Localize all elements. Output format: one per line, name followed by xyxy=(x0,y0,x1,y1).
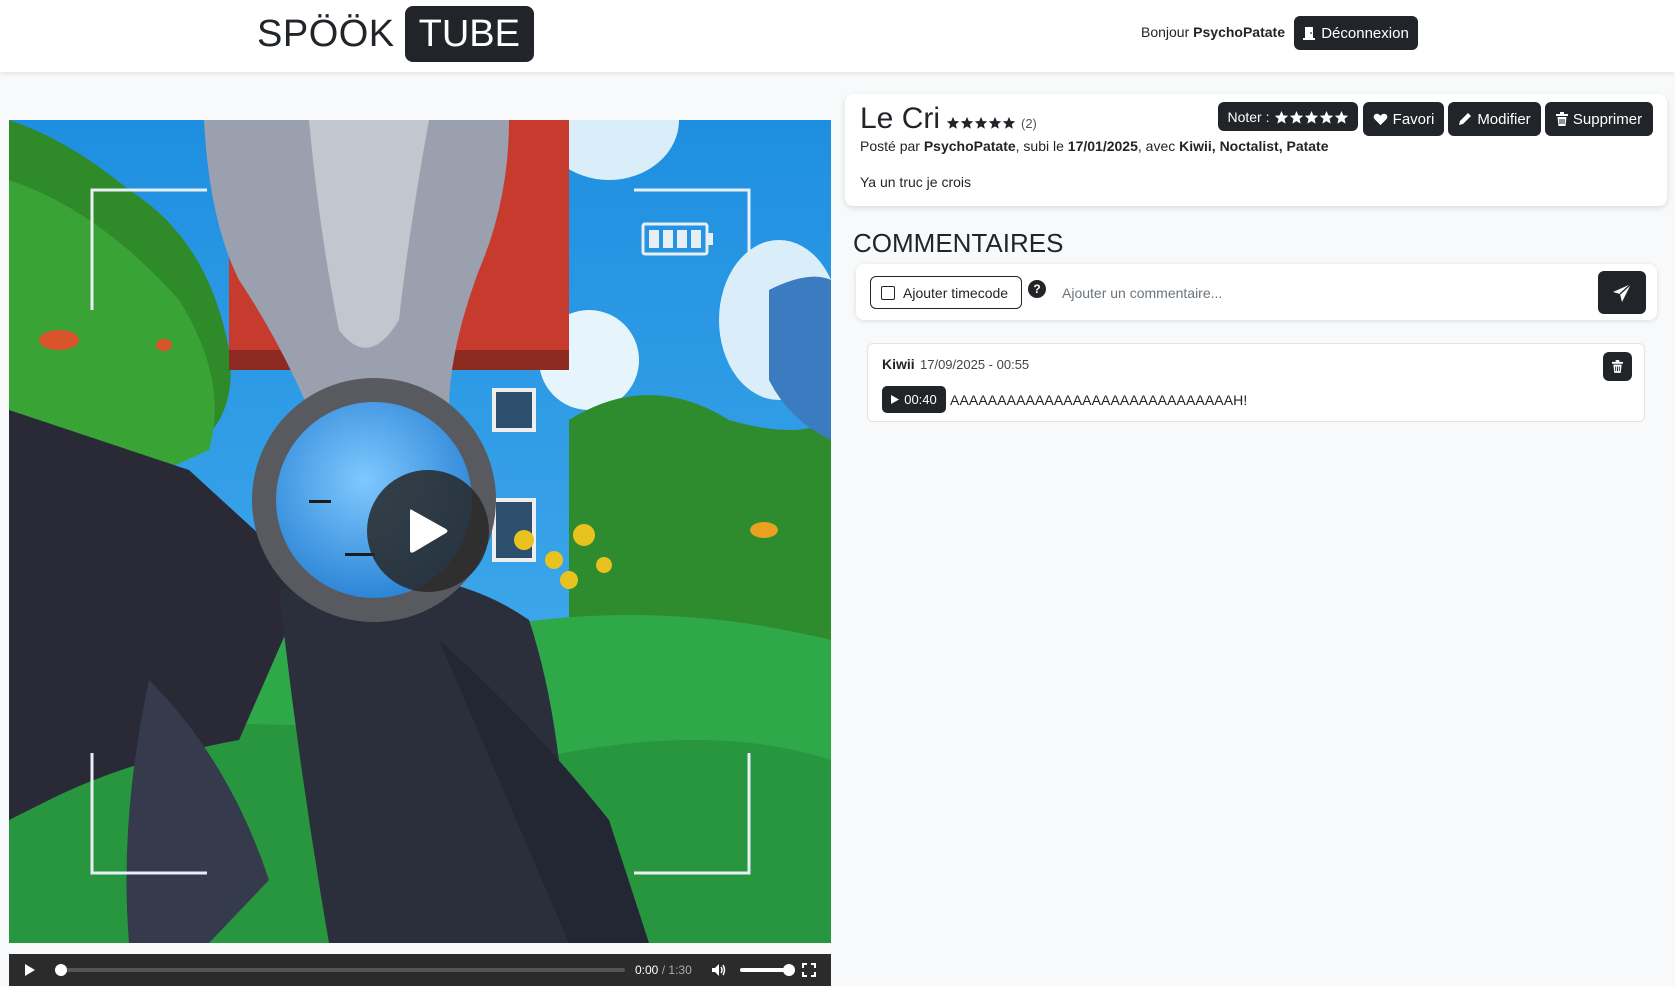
video-date: 17/01/2025 xyxy=(1067,138,1138,154)
door-icon xyxy=(1303,27,1316,40)
mute-button[interactable] xyxy=(708,959,730,981)
greeting: Bonjour PsychoPatate xyxy=(1141,24,1285,40)
trash-icon xyxy=(1612,360,1623,373)
rate-button[interactable]: Noter : xyxy=(1218,102,1358,131)
play-toggle-button[interactable] xyxy=(19,959,41,981)
timecode-checkbox[interactable] xyxy=(881,285,895,300)
heart-icon xyxy=(1373,113,1388,125)
seek-bar[interactable] xyxy=(55,964,625,976)
video-player[interactable] xyxy=(9,120,831,943)
volume-icon xyxy=(711,964,725,976)
participants: Kiwii, Noctalist, Patate xyxy=(1179,138,1329,154)
star-rating-icon xyxy=(946,114,1016,132)
time-display: 0:00 / 1:30 xyxy=(635,963,692,977)
logout-button[interactable]: Déconnexion xyxy=(1294,16,1418,50)
video-meta: Posté par PsychoPatate, subi le 17/01/20… xyxy=(860,138,1329,154)
play-icon xyxy=(25,964,35,976)
with-prefix: , avec xyxy=(1137,138,1176,154)
logo-text-tube: TUBE xyxy=(404,6,535,62)
big-play-button[interactable] xyxy=(367,470,489,592)
trash-icon xyxy=(1555,112,1568,126)
rating-display: (2) xyxy=(946,114,1037,132)
rate-stars-icon[interactable] xyxy=(1274,108,1349,125)
current-time: 0:00 xyxy=(635,963,659,977)
favorite-button[interactable]: Favori xyxy=(1363,102,1444,136)
video-title: Le Cri xyxy=(860,102,941,135)
delete-label: Supprimer xyxy=(1572,110,1643,128)
video-author: PsychoPatate xyxy=(923,138,1016,154)
comment-input[interactable] xyxy=(1062,276,1542,309)
date-prefix: , subi le xyxy=(1015,138,1064,154)
comment-item: Kiwii 17/09/2025 - 00:55 00:40 AAAAAAAAA… xyxy=(867,343,1645,422)
rating-count: (2) xyxy=(1021,115,1037,131)
comment-author: Kiwii xyxy=(882,356,915,372)
help-icon[interactable]: ? xyxy=(1028,280,1046,298)
add-timecode-toggle[interactable]: Ajouter timecode xyxy=(870,276,1022,309)
timecode-label: Ajouter timecode xyxy=(903,284,1009,301)
video-description: Ya un truc je crois xyxy=(860,174,972,190)
pencil-icon xyxy=(1459,113,1472,125)
edit-label: Modifier xyxy=(1477,110,1531,128)
favorite-label: Favori xyxy=(1392,110,1435,128)
edit-button[interactable]: Modifier xyxy=(1448,102,1541,136)
posted-prefix: Posté par xyxy=(860,138,920,154)
username: PsychoPatate xyxy=(1193,24,1285,40)
delete-comment-button[interactable] xyxy=(1603,352,1632,381)
play-icon xyxy=(410,509,448,553)
volume-handle[interactable] xyxy=(782,964,795,976)
rate-label: Noter : xyxy=(1227,108,1270,125)
comment-date: 17/09/2025 - 00:55 xyxy=(920,357,1030,372)
comment-timecode-button[interactable]: 00:40 xyxy=(882,386,946,413)
send-icon xyxy=(1613,282,1632,302)
fullscreen-icon xyxy=(801,963,816,977)
comment-text: AAAAAAAAAAAAAAAAAAAAAAAAAAAAAAH! xyxy=(950,392,1248,408)
comments-heading: COMMENTAIRES xyxy=(853,228,1064,258)
comment-timecode: 00:40 xyxy=(904,392,937,407)
logout-label: Déconnexion xyxy=(1321,24,1409,42)
video-info-card: Le Cri (2) Posté par PsychoPatate, subi … xyxy=(845,94,1667,206)
delete-button[interactable]: Supprimer xyxy=(1545,102,1653,136)
play-icon xyxy=(891,395,900,404)
time-separator: / xyxy=(661,963,666,977)
site-logo[interactable]: SPÖÖK TUBE xyxy=(257,6,535,62)
fullscreen-button[interactable] xyxy=(798,959,820,981)
volume-slider[interactable] xyxy=(739,964,795,976)
video-controls: 0:00 / 1:30 xyxy=(9,954,831,986)
greeting-text: Bonjour xyxy=(1141,24,1190,40)
duration: 1:30 xyxy=(668,963,692,977)
comment-form: Ajouter timecode ? xyxy=(856,264,1657,320)
send-comment-button[interactable] xyxy=(1598,271,1646,314)
logo-text-spook: SPÖÖK xyxy=(257,12,395,55)
top-navbar: SPÖÖK TUBE Bonjour PsychoPatate Déconnex… xyxy=(0,0,1675,72)
seek-handle[interactable] xyxy=(55,964,67,976)
